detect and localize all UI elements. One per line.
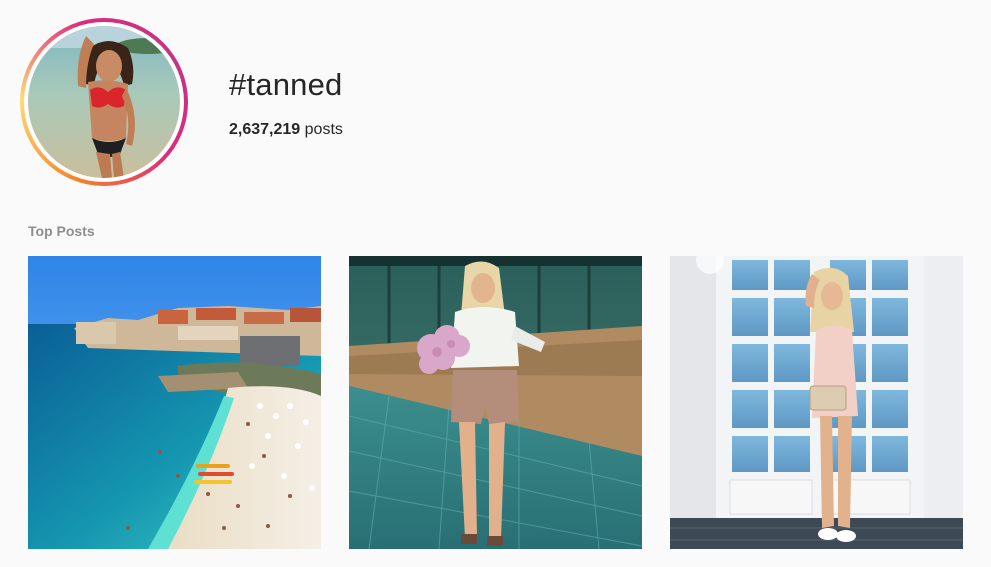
top-post-3[interactable] — [670, 256, 963, 549]
hashtag-page: #tanned 2,637,219 posts Top Posts — [0, 0, 991, 567]
hashtag-avatar-gap — [24, 22, 184, 182]
post-photo — [28, 256, 321, 549]
post-count: 2,637,219 posts — [229, 120, 343, 140]
top-posts-heading: Top Posts — [28, 223, 95, 239]
hashtag-avatar[interactable] — [28, 26, 180, 178]
post-photo — [670, 256, 963, 549]
post-count-number: 2,637,219 — [229, 121, 301, 138]
top-post-1[interactable] — [28, 256, 321, 549]
top-posts-grid — [28, 256, 963, 549]
avatar-photo — [28, 26, 180, 178]
post-photo — [349, 256, 642, 549]
hashtag-avatar-ring — [20, 18, 188, 186]
hashtag-title: #tanned — [229, 67, 343, 102]
post-count-suffix: posts — [304, 121, 343, 138]
top-post-2[interactable] — [349, 256, 642, 549]
